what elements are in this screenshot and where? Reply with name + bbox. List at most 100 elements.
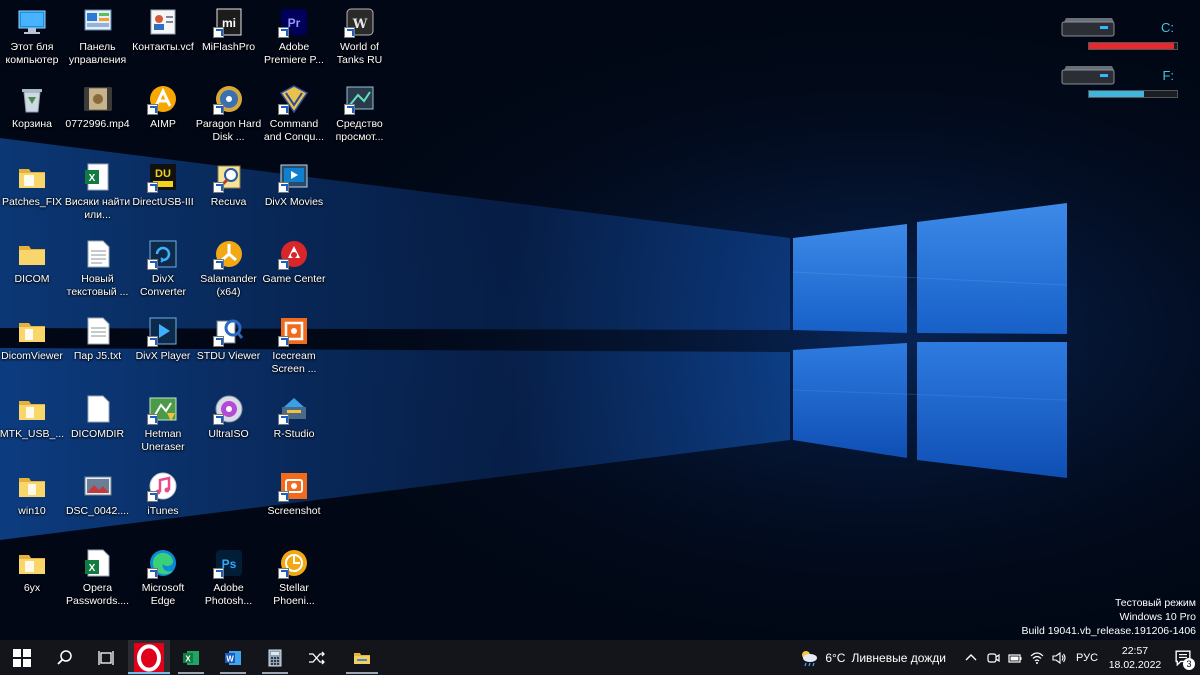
shortcut-arrow-icon (212, 27, 224, 38)
desktop-icon-label: R-Studio (273, 427, 315, 440)
weather-description: Ливневые дожди (851, 650, 946, 665)
calculator-taskbar-button[interactable] (254, 640, 296, 675)
shortcut-arrow-icon (343, 27, 355, 38)
desktop-icon-label: DivX Converter (139, 272, 187, 298)
desktop-icon-divx-movies[interactable]: DivX Movies (261, 156, 327, 228)
desktop-icon-label: 0772996.mp4 (65, 118, 130, 131)
desktop-icon-mp4[interactable]: 0772996.mp4 (65, 78, 131, 150)
desktop-icon-recuva[interactable]: Recuva (196, 156, 262, 228)
desktop-icon-mtkusb[interactable]: MTK_USB_... (0, 388, 65, 460)
shortcut-arrow-icon (278, 258, 289, 270)
desktop-icon-label: iTunes (147, 504, 179, 517)
cnc-icon (278, 83, 310, 116)
photoshop-icon: Ps (212, 547, 245, 580)
premiere-icon: Pr (278, 6, 310, 38)
desktop-icon-cnc[interactable]: Command and Conqu... (261, 78, 327, 150)
divx-conv-icon (147, 238, 179, 270)
svg-text:Pr: Pr (288, 16, 301, 30)
this-pc-icon (16, 6, 48, 38)
desktop-icon-parj5[interactable]: Пар J5.txt (65, 310, 131, 382)
win10-icon (16, 470, 48, 502)
desktop-icon-dicom[interactable]: DICOM (0, 233, 65, 305)
desktop-icon-this-pc[interactable]: Этот бля компьютер (0, 1, 65, 73)
clock-time: 22:57 (1121, 644, 1149, 657)
directusb-icon: DU (147, 161, 179, 193)
desktop-icon-label: Microsoft Edge (141, 582, 185, 608)
notification-badge: 3 (1183, 658, 1195, 670)
desktop-icon-newtxt[interactable]: Новый текстовый ... (65, 233, 131, 305)
desktop-icon-label: Пар J5.txt (73, 350, 122, 363)
task-view-button[interactable] (86, 640, 128, 675)
recycle-bin-icon (16, 83, 48, 115)
desktop-icon-label: Patches_FIX (1, 195, 63, 208)
desktop-icon-xls[interactable]: X Висяки найти или... (65, 156, 131, 228)
desktop-icon-label: Средство просмот... (335, 118, 384, 144)
desktop-icon-ultraiso[interactable]: UltraISO (196, 388, 262, 460)
desktop-icon-photoshop[interactable]: Ps Adobe Photosh... (196, 542, 262, 614)
file-explorer-taskbar-button[interactable] (338, 640, 386, 675)
desktop-icon-miflashpro[interactable]: mi MiFlashPro (196, 1, 262, 73)
excel-taskbar-button[interactable]: X (170, 640, 212, 675)
desktop-icon-itunes[interactable]: iTunes (130, 465, 196, 537)
dicom-icon (16, 238, 48, 270)
desktop-icon-contacts[interactable]: Контакты.vcf (130, 1, 196, 73)
desktop-icon-premiere[interactable]: Pr Adobe Premiere P... (261, 1, 327, 73)
switch-taskbar-button[interactable] (296, 640, 338, 675)
newtxt-icon (82, 238, 114, 270)
desktop-icon-control-panel[interactable]: Панель управления (65, 1, 131, 73)
svg-text:X: X (88, 563, 95, 574)
language-indicator[interactable]: РУС (1070, 640, 1104, 675)
speaker-icon (1052, 651, 1066, 664)
weather-widget[interactable]: 6°C Ливневые дожди (795, 640, 960, 675)
desktop-icon-dsc[interactable]: DSC_0042.... (65, 465, 131, 537)
desktop-icon-divx-player[interactable]: DivX Player (130, 310, 196, 382)
weather-temperature: 6°C (825, 650, 846, 665)
battery-button[interactable] (1004, 640, 1026, 675)
desktop-icon-gamecenter[interactable]: Game Center (261, 233, 327, 305)
network-button[interactable] (1026, 640, 1048, 675)
word-taskbar-button[interactable]: W (212, 640, 254, 675)
desktop-icon-opera-pw[interactable]: X Opera Passwords.... (65, 542, 131, 614)
tray-overflow-button[interactable] (960, 640, 982, 675)
desktop-icon-edge[interactable]: Microsoft Edge (130, 542, 196, 614)
desktop-icon-dicomdir[interactable]: DICOMDIR (65, 388, 131, 460)
desktop-icon-6yx[interactable]: 6ух (0, 542, 65, 614)
shortcut-arrow-icon (278, 27, 289, 38)
desktop-icon-label: DICOM (14, 272, 50, 285)
volume-button[interactable] (1048, 640, 1070, 675)
desktop-icon-recycle-bin[interactable]: Корзина (0, 78, 65, 150)
desktop-icon-hetman[interactable]: Hetman Uneraser (130, 388, 196, 460)
desktop-icon-stdu[interactable]: STDU Viewer (196, 310, 262, 382)
taskbar: X W 6°C Ливневые дожди РУС 22:57 18.02.2… (0, 640, 1200, 675)
desktop-icon-dicomviewer[interactable]: DicomViewer (0, 310, 65, 382)
shortcut-arrow-icon (147, 258, 158, 270)
desktop-icon-label: Новый текстовый ... (66, 272, 129, 298)
opera-taskbar-button[interactable] (128, 640, 170, 675)
desktop-icon-aimp[interactable]: AIMP (130, 78, 196, 150)
desktop-icon-wot[interactable]: W World of Tanks RU (327, 1, 393, 73)
desktop-icon-paragon[interactable]: Paragon Hard Disk ... (196, 78, 262, 150)
start-button[interactable] (0, 640, 44, 675)
desktop-icon-directusb[interactable]: DU DirectUSB-III (130, 156, 196, 228)
desktop-icon-rstudio[interactable]: R-Studio (261, 388, 327, 460)
desktop-icon-viewer[interactable]: Средство просмот... (327, 78, 393, 150)
mtkusb-icon (16, 393, 48, 425)
clock[interactable]: 22:57 18.02.2022 (1104, 644, 1166, 672)
desktop-icon-icecream[interactable]: Icecream Screen ... (261, 310, 327, 382)
desktop-icon-label: Контакты.vcf (132, 41, 194, 53)
desktop-icon-screenshot[interactable]: Screenshot (261, 465, 327, 537)
folder-icon (354, 652, 370, 664)
desktop-icon-win10[interactable]: win10 (0, 465, 65, 537)
meet-now-button[interactable] (982, 640, 1004, 675)
desktop-icon-stellar[interactable]: Stellar Phoeni... (261, 542, 327, 614)
desktop-icon-salamander[interactable]: Salamander (x64) (196, 233, 262, 305)
desktop-icon-label: DICOMDIR (70, 427, 125, 440)
screenshot-icon (278, 470, 310, 502)
desktop-icon-patches[interactable]: Patches_FIX (0, 156, 65, 228)
action-center-button[interactable]: 3 (1166, 640, 1200, 675)
desktop-icon-label: Salamander (x64) (200, 272, 257, 298)
desktop-icon-divx-conv[interactable]: DivX Converter (130, 233, 196, 305)
6yx-icon (16, 547, 48, 579)
clock-date: 18.02.2022 (1108, 658, 1162, 671)
search-button[interactable] (44, 640, 86, 675)
